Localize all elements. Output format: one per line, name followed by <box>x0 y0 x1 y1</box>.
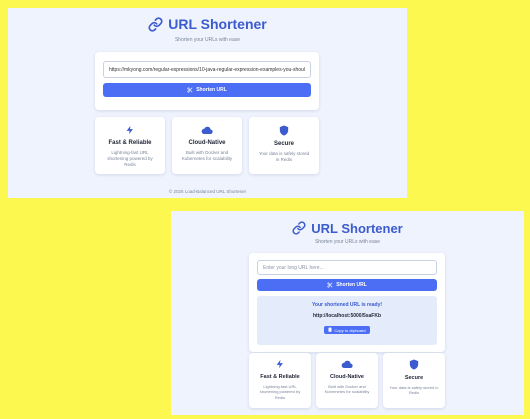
shield-icon <box>383 359 445 370</box>
app-subtitle: Shorten your URLs with ease <box>174 37 241 43</box>
copy-to-clipboard-button[interactable]: Copy to clipboard <box>324 326 370 334</box>
footer-text: © 2025 Load-Balanced URL Shortener <box>168 189 247 194</box>
link-icon <box>292 221 306 235</box>
shorten-url-button-label: Shorten URL <box>336 282 367 288</box>
feature-card-secure: Secure Your data is safely stored in Red… <box>383 353 445 408</box>
shorten-url-button[interactable]: Shorten URL <box>257 279 437 291</box>
shorten-url-button[interactable]: Shorten URL <box>103 83 311 97</box>
feature-title: Cloud-Native <box>188 140 226 146</box>
feature-title: Secure <box>273 141 294 147</box>
feature-card-fast: Fast & Reliable Lightning-fast URL short… <box>95 117 165 174</box>
short-url-text[interactable]: http://localhost:5000/5saFKb <box>257 313 437 319</box>
app-title-text: URL Shortener <box>311 220 403 236</box>
lightning-bolt-icon <box>95 125 165 135</box>
feature-desc: Your data is safely stored in Redis <box>389 385 439 396</box>
shorten-form-card: Shorten URL Your shortened URL is ready!… <box>249 253 445 352</box>
feature-card-cloud: Cloud-Native Built with Docker and Kuber… <box>316 353 378 408</box>
lightning-bolt-icon <box>249 359 311 369</box>
feature-desc: Lightning-fast URL shortening powered by… <box>259 384 301 400</box>
feature-card-cloud: Cloud-Native Built with Docker and Kuber… <box>172 117 242 174</box>
feature-desc: Lightning-fast URL shortening powered by… <box>107 150 153 168</box>
app-subtitle: Shorten your URLs with ease <box>314 239 381 245</box>
long-url-input[interactable] <box>257 260 437 275</box>
feature-desc: Your data is safely stored in Redis <box>258 151 310 163</box>
feature-title: Secure <box>404 375 424 381</box>
app-window-before: URL Shortener Shorten your URLs with eas… <box>8 8 407 198</box>
long-url-input[interactable] <box>103 61 311 78</box>
shorten-url-button-label: Shorten URL <box>196 87 227 93</box>
scissors-icon <box>327 282 333 288</box>
feature-card-fast: Fast & Reliable Lightning-fast URL short… <box>249 353 311 408</box>
shorten-form-card: Shorten URL <box>95 52 319 110</box>
scissors-icon <box>187 87 193 93</box>
result-label: Your shortened URL is ready! <box>311 302 383 308</box>
clipboard-icon <box>328 327 332 333</box>
result-box: Your shortened URL is ready! http://loca… <box>257 296 437 345</box>
feature-title: Fast & Reliable <box>108 140 152 146</box>
app-title: URL Shortener <box>171 219 524 237</box>
cloud-icon <box>172 125 242 135</box>
copy-to-clipboard-label: Copy to clipboard <box>334 327 366 333</box>
feature-desc: Built with Docker and Kubernetes for sca… <box>181 150 233 162</box>
feature-title: Fast & Reliable <box>260 374 300 380</box>
feature-card-secure: Secure Your data is safely stored in Red… <box>249 117 319 174</box>
cloud-icon <box>316 359 378 369</box>
app-window-after: URL Shortener Shorten your URLs with eas… <box>171 211 524 415</box>
feature-desc: Built with Docker and Kubernetes for sca… <box>324 384 370 395</box>
link-icon <box>148 16 163 32</box>
shield-icon <box>249 125 319 136</box>
app-title: URL Shortener <box>8 15 407 33</box>
app-title-text: URL Shortener <box>168 16 267 32</box>
feature-title: Cloud-Native <box>330 374 364 380</box>
